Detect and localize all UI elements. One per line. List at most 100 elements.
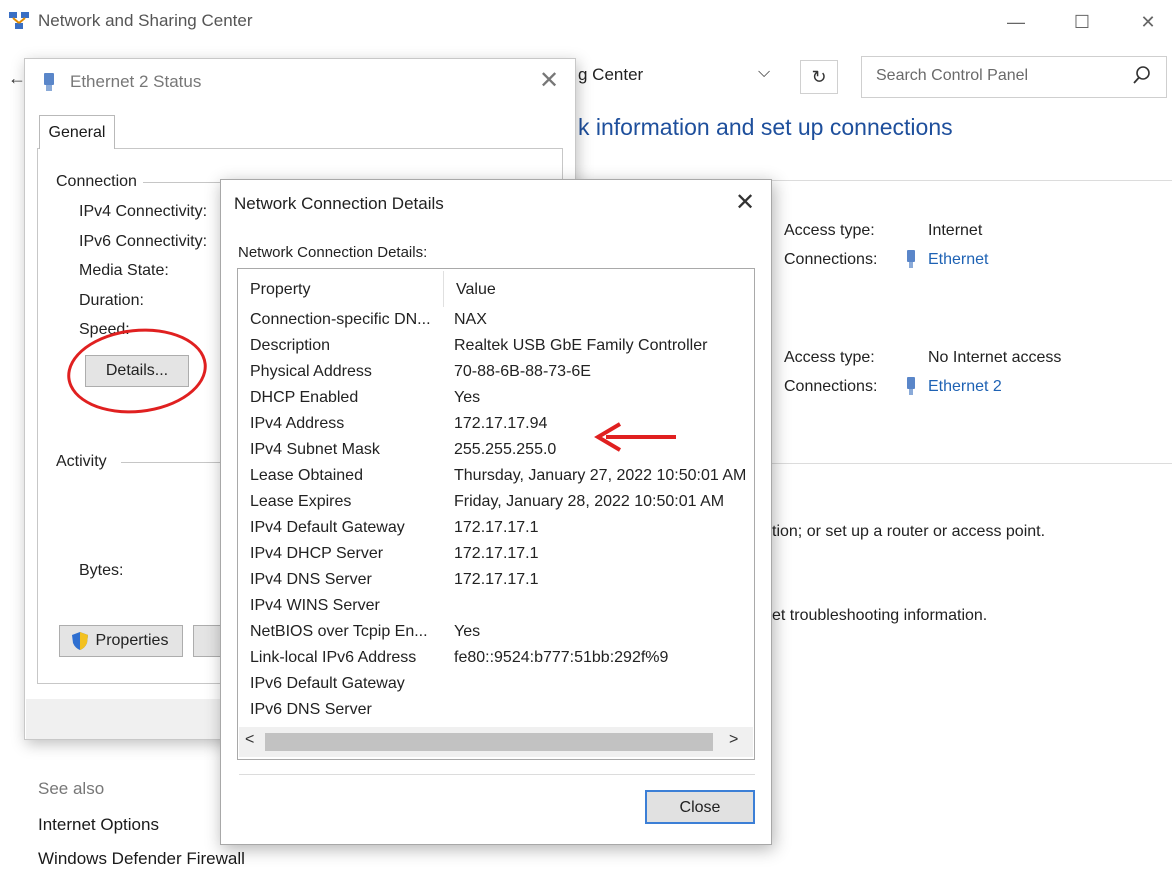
dialog-title: Ethernet 2 Status <box>70 72 202 91</box>
window-title: Network and Sharing Center <box>38 11 253 30</box>
table-row[interactable]: IPv6 DNS Server <box>238 701 754 727</box>
table-row[interactable]: Connection-specific DN... NAX <box>238 311 754 337</box>
property-cell: NetBIOS over Tcpip En... <box>250 623 428 640</box>
column-separator[interactable] <box>443 271 444 307</box>
property-cell: IPv4 Address <box>250 415 345 432</box>
minimize-button[interactable]: — <box>996 6 1036 38</box>
table-row[interactable]: Link-local IPv6 Address fe80::9524:b777:5… <box>238 649 754 675</box>
table-row[interactable]: Physical Address 70-88-6B-88-73-6E <box>238 363 754 389</box>
network-center-icon <box>9 12 29 29</box>
table-row[interactable]: IPv4 WINS Server <box>238 597 754 623</box>
value-cell: 172.17.17.94 <box>454 415 548 432</box>
access-type-label: Access type: <box>784 349 875 366</box>
dialog-title: Network Connection Details <box>234 194 444 213</box>
ipv6-connectivity-label: IPv6 Connectivity: <box>79 233 208 250</box>
value-cell: 255.255.255.0 <box>454 441 557 458</box>
column-header-property[interactable]: Property <box>250 281 310 299</box>
search-icon[interactable] <box>1132 65 1152 85</box>
ethernet-icon <box>44 73 54 91</box>
value-cell: 172.17.17.1 <box>454 519 539 536</box>
table-row[interactable]: NetBIOS over Tcpip En... Yes <box>238 623 754 649</box>
ethernet-icon <box>907 250 915 268</box>
divider <box>772 463 1172 464</box>
property-cell: Description <box>250 337 331 354</box>
close-button[interactable]: Close <box>645 790 755 824</box>
access-type-label: Access type: <box>784 222 875 239</box>
details-group-label: Network Connection Details: <box>238 244 428 261</box>
divider <box>239 774 755 775</box>
property-cell: DHCP Enabled <box>250 389 359 406</box>
connections-label: Connections: <box>784 251 878 268</box>
troubleshoot-text[interactable]: et troubleshooting information. <box>772 607 987 625</box>
property-cell: IPv4 DHCP Server <box>250 545 384 562</box>
divider <box>772 180 1172 181</box>
annotation-arrow <box>594 422 676 452</box>
setup-connection-text[interactable]: tion; or set up a router or access point… <box>772 523 1045 541</box>
access-type-value: Internet <box>928 222 983 239</box>
scroll-right-button[interactable]: > <box>729 731 738 749</box>
internet-options-link[interactable]: Internet Options <box>38 815 159 835</box>
table-row[interactable]: IPv4 DNS Server 172.17.17.1 <box>238 571 754 597</box>
ethernet-link[interactable]: Ethernet <box>928 251 988 269</box>
column-header-value[interactable]: Value <box>456 281 496 299</box>
value-cell: Yes <box>454 623 481 640</box>
property-cell: Lease Expires <box>250 493 352 510</box>
table-row[interactable]: Lease Obtained Thursday, January 27, 2022… <box>238 467 754 493</box>
table-row[interactable]: Description Realtek USB GbE Family Contro… <box>238 337 754 363</box>
shield-icon <box>72 632 88 650</box>
chevron-down-icon[interactable]: ⌵ <box>758 64 770 82</box>
value-cell: Realtek USB GbE Family Controller <box>454 337 708 354</box>
property-cell: Link-local IPv6 Address <box>250 649 417 666</box>
property-cell: IPv6 Default Gateway <box>250 675 405 692</box>
close-icon[interactable]: ✕ <box>539 66 559 95</box>
table-row[interactable]: IPv6 Default Gateway <box>238 675 754 701</box>
scroll-thumb[interactable] <box>265 733 713 751</box>
table-row[interactable]: Lease Expires Friday, January 28, 2022 10… <box>238 493 754 519</box>
ipv4-connectivity-label: IPv4 Connectivity: <box>79 203 208 220</box>
scroll-left-button[interactable]: < <box>245 731 254 749</box>
address-bar-text[interactable]: g Center <box>578 65 643 85</box>
value-cell: 172.17.17.1 <box>454 571 539 588</box>
bytes-label: Bytes: <box>79 562 124 579</box>
connection-group-label: Connection <box>56 173 143 191</box>
details-list[interactable]: Property Value Connection-specific DN...… <box>237 268 755 760</box>
close-icon[interactable]: ✕ <box>735 188 755 217</box>
tab-general[interactable]: General <box>39 115 115 149</box>
table-row[interactable]: DHCP Enabled Yes <box>238 389 754 415</box>
media-state-label: Media State: <box>79 262 169 279</box>
property-cell: IPv6 DNS Server <box>250 701 372 718</box>
ethernet-2-link[interactable]: Ethernet 2 <box>928 378 1002 396</box>
property-cell: Connection-specific DN... <box>250 311 431 328</box>
close-window-button[interactable]: ✕ <box>1128 6 1168 38</box>
value-cell: Friday, January 28, 2022 10:50:01 AM <box>454 493 725 510</box>
search-input[interactable]: Search Control Panel <box>861 56 1167 98</box>
property-cell: IPv4 DNS Server <box>250 571 372 588</box>
property-cell: IPv4 WINS Server <box>250 597 380 614</box>
connections-label: Connections: <box>784 378 878 395</box>
activity-group-label: Activity <box>56 453 113 471</box>
property-cell: IPv4 Default Gateway <box>250 519 405 536</box>
table-row[interactable]: IPv4 Default Gateway 172.17.17.1 <box>238 519 754 545</box>
maximize-button[interactable]: ☐ <box>1062 6 1102 38</box>
title-bar: Network and Sharing Center — ☐ ✕ <box>0 0 1173 44</box>
value-cell: Thursday, January 27, 2022 10:50:01 AM <box>454 467 747 484</box>
property-cell: Lease Obtained <box>250 467 363 484</box>
value-cell: 70-88-6B-88-73-6E <box>454 363 591 380</box>
property-cell: IPv4 Subnet Mask <box>250 441 380 458</box>
refresh-button[interactable]: ↻ <box>800 60 838 94</box>
access-type-value: No Internet access <box>928 349 1062 366</box>
page-title: k information and set up connections <box>578 114 953 140</box>
search-placeholder: Search Control Panel <box>876 67 1029 84</box>
property-cell: Physical Address <box>250 363 372 380</box>
value-cell: Yes <box>454 389 481 406</box>
table-row[interactable]: IPv4 DHCP Server 172.17.17.1 <box>238 545 754 571</box>
duration-label: Duration: <box>79 292 144 309</box>
firewall-link[interactable]: Windows Defender Firewall <box>38 849 245 869</box>
value-cell: NAX <box>454 311 487 328</box>
ethernet-icon <box>907 377 915 395</box>
value-cell: 172.17.17.1 <box>454 545 539 562</box>
horizontal-scrollbar[interactable]: < > <box>239 727 753 757</box>
network-connection-details-dialog: Network Connection Details ✕ Network Con… <box>220 179 772 845</box>
value-cell: fe80::9524:b777:51bb:292f%9 <box>454 649 669 666</box>
see-also-heading: See also <box>38 779 105 798</box>
